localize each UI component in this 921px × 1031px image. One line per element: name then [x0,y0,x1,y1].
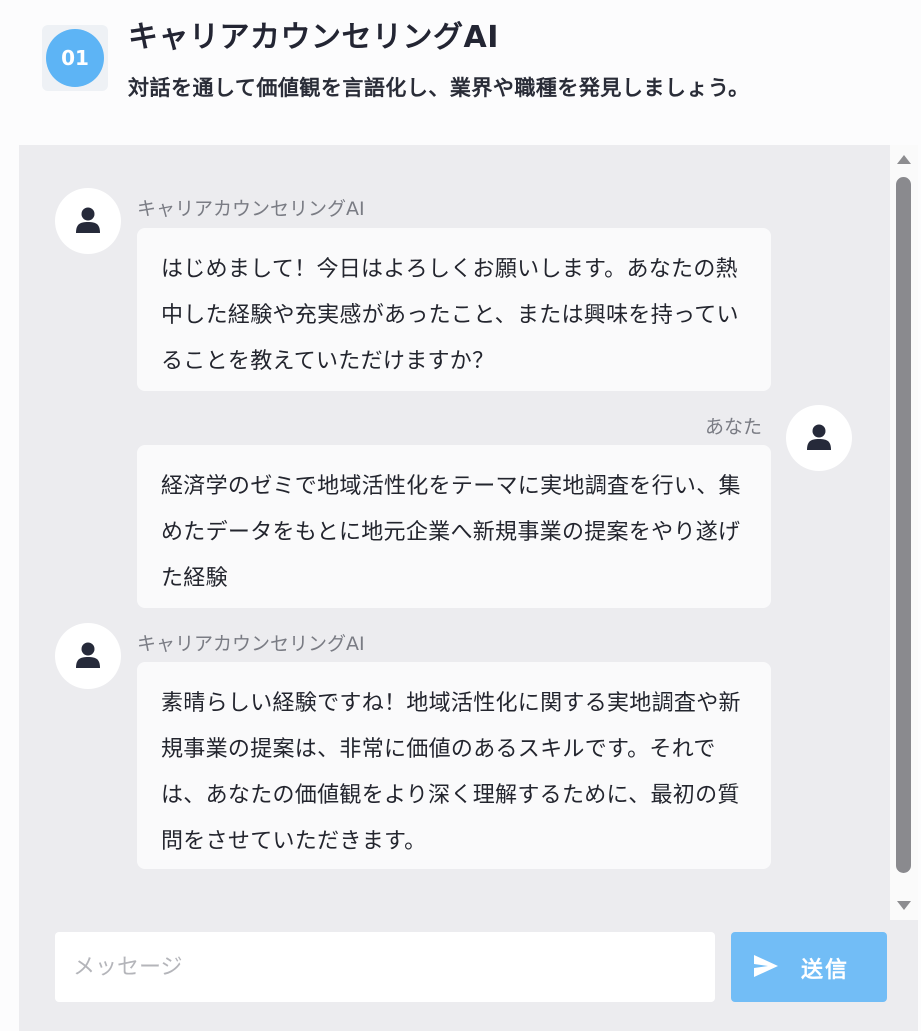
message-sender: キャリアカウンセリングAI [137,198,365,220]
message-input[interactable] [55,932,715,1002]
user-message-bubble: 経済学のゼミで地域活性化をテーマに実地調査を行い、集めたデータをもとに地元企業へ… [137,445,771,608]
send-button[interactable]: 送信 [731,932,887,1002]
message-sender: あなた [705,416,763,438]
user-icon [76,642,100,668]
page-title: キャリアカウンセリングAI [128,20,499,55]
scroll-up-arrow-icon[interactable] [897,155,911,164]
scroll-down-arrow-icon[interactable] [897,901,911,910]
chat-history[interactable]: キャリアカウンセリングAI はじめまして！今日はよろしくお願いします。あなたの熱… [19,145,890,920]
ai-avatar [55,188,121,254]
step-number: 01 [46,29,104,87]
page-subtitle: 対話を通して価値観を言語化し、業界や職種を発見しましょう。 [128,76,750,100]
ai-avatar [55,623,121,689]
scroll-thumb[interactable] [896,177,911,873]
message-composer: 送信 [19,920,918,1031]
ai-message-bubble: 素晴らしい経験ですね！地域活性化に関する実地調査や新規事業の提案は、非常に価値の… [137,662,771,869]
send-button-label: 送信 [801,958,850,983]
step-badge: 01 [42,25,108,91]
user-avatar [786,405,852,471]
send-icon [754,955,778,977]
page-header: 01 キャリアカウンセリングAI 対話を通して価値観を言語化し、業界や職種を発見… [0,0,921,140]
ai-message-bubble: はじめまして！今日はよろしくお願いします。あなたの熱中した経験や充実感があったこ… [137,228,771,391]
message-sender: キャリアカウンセリングAI [137,633,365,655]
user-icon [76,207,100,233]
chat-scrollbar[interactable] [890,145,918,920]
user-icon [807,424,831,450]
